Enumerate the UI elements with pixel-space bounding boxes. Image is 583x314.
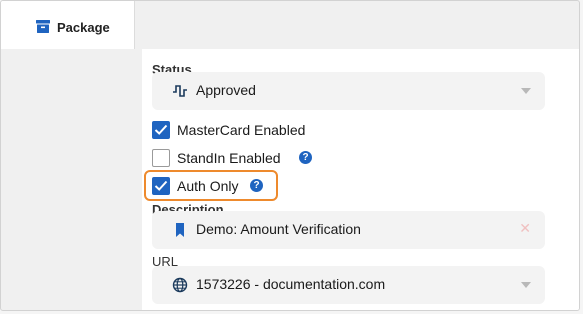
url-value: 1573226 - documentation.com: [196, 276, 386, 292]
bookmark-icon: [176, 223, 184, 237]
checkmark-icon: [154, 124, 168, 135]
pulse-icon: [173, 85, 187, 97]
package-panel: Package Status Approved MasterCard Enabl…: [0, 0, 580, 311]
mastercard-enabled-label: MasterCard Enabled: [177, 122, 306, 138]
url-select[interactable]: 1573226 - documentation.com: [152, 266, 545, 304]
status-select[interactable]: Approved: [152, 72, 545, 110]
chevron-down-icon[interactable]: [521, 282, 531, 288]
auth-only-highlight: [144, 170, 278, 201]
description-value: Demo: Amount Verification: [196, 221, 361, 237]
standin-enabled-row[interactable]: StandIn Enabled ?: [152, 149, 352, 171]
mastercard-enabled-checkbox[interactable]: [152, 121, 170, 139]
status-value: Approved: [196, 82, 256, 98]
close-icon[interactable]: ✕: [519, 220, 531, 237]
chevron-down-icon[interactable]: [521, 88, 531, 94]
globe-icon: [172, 277, 188, 293]
tab-package[interactable]: Package: [1, 1, 135, 49]
standin-enabled-checkbox[interactable]: [152, 149, 170, 167]
mastercard-enabled-row[interactable]: MasterCard Enabled: [152, 121, 352, 143]
package-icon: [36, 20, 50, 33]
standin-enabled-label: StandIn Enabled: [177, 150, 281, 166]
description-field[interactable]: Demo: Amount Verification ✕: [152, 211, 545, 249]
standin-help-icon[interactable]: ?: [299, 151, 312, 164]
tab-package-label: Package: [57, 20, 110, 35]
